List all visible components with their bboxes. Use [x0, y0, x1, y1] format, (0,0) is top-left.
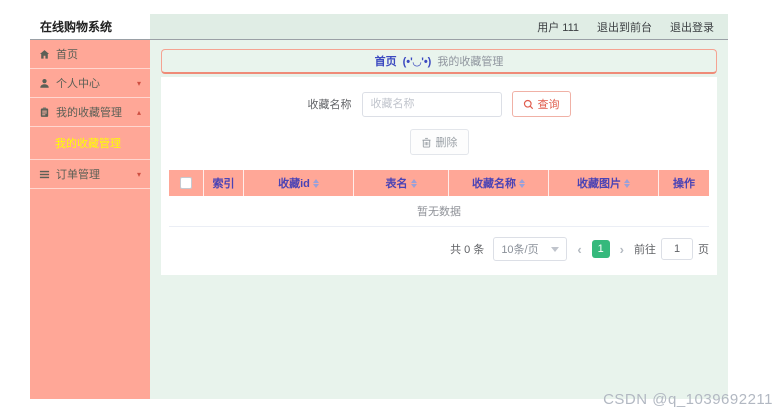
- main-layout: 首页 个人中心 ▾ 我的收藏管理 ▴ 我的收藏管理 订单管理 ▾ 首页 (•'◡…: [30, 40, 728, 399]
- sort-caret-icon[interactable]: [519, 178, 525, 188]
- sidebar-item-order-management[interactable]: 订单管理 ▾: [30, 160, 150, 189]
- content-panel: 收藏名称 查询: [161, 77, 717, 275]
- delete-button[interactable]: 删除: [409, 129, 469, 155]
- chevron-up-icon: ▴: [136, 107, 141, 117]
- table-empty-state: 暂无数据: [169, 196, 709, 227]
- next-page-button[interactable]: ›: [619, 242, 625, 257]
- favorites-table: 索引 收藏id 表名 收藏名称 收藏图片 操作 暂无数据: [169, 170, 709, 227]
- toolbar: 删除: [169, 129, 709, 155]
- sidebar-item-label: 订单管理: [56, 169, 100, 181]
- chevron-down-icon: [551, 246, 560, 252]
- column-label: 表名: [385, 178, 408, 190]
- trash-icon: [421, 137, 432, 148]
- pagination-total: 共 0 条: [450, 244, 485, 256]
- exit-to-front-link[interactable]: 退出到前台: [597, 19, 652, 35]
- screen: 在线购物系统 用户 111 退出到前台 退出登录 首页 个人中心 ▾ 我的收藏管…: [0, 0, 779, 411]
- app-window: 在线购物系统 用户 111 退出到前台 退出登录 首页 个人中心 ▾ 我的收藏管…: [30, 14, 728, 400]
- sort-caret-icon[interactable]: [312, 178, 319, 188]
- sidebar: 首页 个人中心 ▾ 我的收藏管理 ▴ 我的收藏管理 订单管理 ▾: [30, 40, 150, 399]
- sidebar-item-label: 首页: [56, 49, 78, 61]
- breadcrumb-separator: (•'◡'•): [402, 55, 432, 68]
- table-header-favorite-picture[interactable]: 收藏图片: [549, 170, 659, 196]
- csdn-watermark: CSDN @q_1039692211: [603, 391, 773, 408]
- sidebar-item-personal-center[interactable]: 个人中心 ▾: [30, 69, 150, 98]
- page-size-select[interactable]: 10条/页: [493, 237, 568, 261]
- chevron-down-icon: ▾: [136, 78, 141, 88]
- search-field-label: 收藏名称: [307, 99, 352, 111]
- table-header-index: 索引: [204, 170, 244, 196]
- logout-link[interactable]: 退出登录: [670, 19, 714, 35]
- sidebar-item-label: 我的收藏管理: [56, 107, 122, 119]
- select-all-checkbox[interactable]: [180, 177, 192, 189]
- pagination: 共 0 条 10条/页 ‹ 1 › 前往 页: [169, 237, 709, 267]
- goto-page-input[interactable]: [661, 238, 693, 260]
- table-header-favorite-name[interactable]: 收藏名称: [449, 170, 549, 196]
- sidebar-subitem-favorites-active[interactable]: 我的收藏管理: [30, 127, 150, 160]
- top-bar: 在线购物系统 用户 111 退出到前台 退出登录: [30, 14, 728, 40]
- sidebar-item-favorites-management[interactable]: 我的收藏管理 ▴: [30, 98, 150, 127]
- goto-page: 前往 页: [634, 238, 709, 260]
- table-header-row: 索引 收藏id 表名 收藏名称 收藏图片 操作: [169, 170, 709, 196]
- menu-list-icon: [39, 169, 50, 180]
- table-header-select-all: [169, 170, 204, 196]
- column-label: 收藏图片: [577, 178, 621, 190]
- column-label: 收藏名称: [472, 178, 516, 190]
- user-label[interactable]: 用户 111: [537, 19, 579, 35]
- table-header-table-name[interactable]: 表名: [354, 170, 449, 196]
- table-header-favorite-id[interactable]: 收藏id: [244, 170, 354, 196]
- user-icon: [39, 78, 50, 89]
- column-label: 操作: [673, 178, 695, 190]
- breadcrumb: 首页 (•'◡'•) 我的收藏管理: [161, 49, 717, 74]
- query-button[interactable]: 查询: [511, 91, 571, 117]
- column-label: 索引: [212, 178, 235, 190]
- current-page-button[interactable]: 1: [591, 240, 610, 258]
- chevron-down-icon: ▾: [136, 169, 141, 179]
- column-label: 收藏id: [278, 178, 310, 190]
- search-form: 收藏名称 查询: [169, 91, 709, 117]
- search-input[interactable]: [361, 91, 502, 117]
- search-icon: [523, 99, 534, 110]
- prev-page-button[interactable]: ‹: [576, 242, 582, 257]
- sort-caret-icon[interactable]: [410, 178, 417, 188]
- content-area: 首页 (•'◡'•) 我的收藏管理 收藏名称 查询: [150, 40, 728, 399]
- top-bar-right: 用户 111 退出到前台 退出登录: [150, 14, 728, 39]
- sidebar-item-label: 个人中心: [56, 78, 100, 90]
- goto-suffix-label: 页: [698, 244, 709, 256]
- sort-caret-icon[interactable]: [624, 178, 630, 188]
- sidebar-item-home[interactable]: 首页: [30, 40, 150, 69]
- delete-button-label: 删除: [435, 137, 458, 149]
- clipboard-icon: [39, 107, 50, 118]
- breadcrumb-current: 我的收藏管理: [437, 56, 504, 68]
- breadcrumb-home-link[interactable]: 首页: [375, 53, 397, 69]
- goto-prefix-label: 前往: [634, 244, 656, 256]
- table-header-operation: 操作: [659, 170, 709, 196]
- app-title: 在线购物系统: [30, 14, 150, 39]
- home-icon: [39, 49, 50, 60]
- page-size-value: 10条/页: [501, 244, 539, 256]
- query-button-label: 查询: [537, 99, 560, 111]
